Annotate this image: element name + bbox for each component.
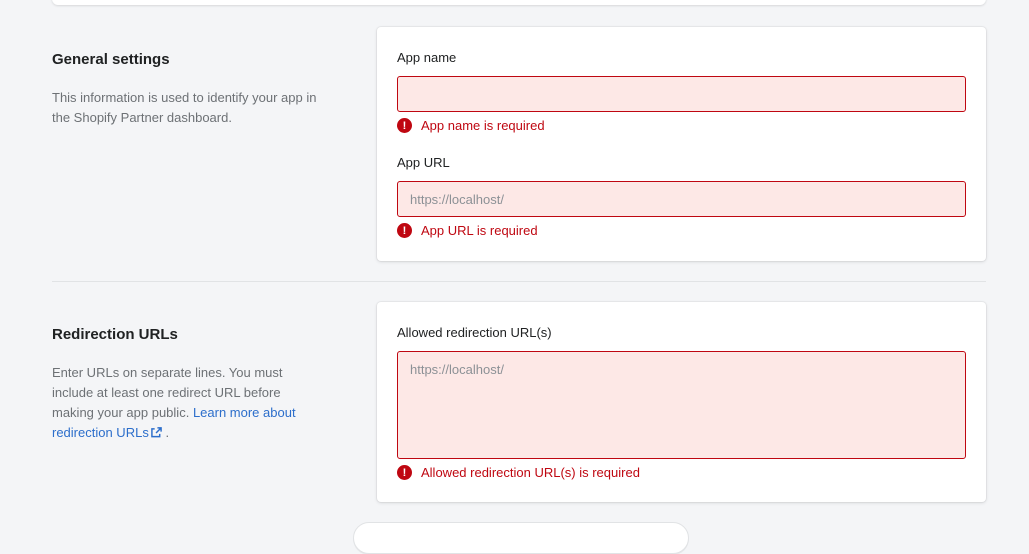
general-settings-title: General settings — [52, 51, 170, 68]
alert-circle-icon: ! — [397, 465, 412, 480]
external-link-icon — [151, 427, 162, 438]
allowed-redirection-error: ! Allowed redirection URL(s) is required — [397, 465, 640, 480]
app-url-error: ! App URL is required — [397, 223, 538, 238]
redirection-urls-card: Allowed redirection URL(s) ! Allowed red… — [377, 302, 986, 502]
allowed-redirection-textarea[interactable] — [397, 351, 966, 459]
app-name-input[interactable] — [397, 76, 966, 112]
redirection-urls-description: Enter URLs on separate lines. You must i… — [52, 363, 322, 443]
app-url-label: App URL — [397, 155, 450, 170]
description-trailing: . — [165, 425, 170, 440]
app-url-error-text: App URL is required — [421, 223, 538, 238]
alert-circle-icon: ! — [397, 223, 412, 238]
app-name-error: ! App name is required — [397, 118, 545, 133]
allowed-redirection-label: Allowed redirection URL(s) — [397, 325, 552, 340]
app-name-error-text: App name is required — [421, 118, 545, 133]
bottom-action-button[interactable] — [353, 522, 689, 554]
allowed-redirection-error-text: Allowed redirection URL(s) is required — [421, 465, 640, 480]
app-url-input[interactable] — [397, 181, 966, 217]
alert-circle-icon: ! — [397, 118, 412, 133]
app-name-label: App name — [397, 50, 457, 65]
redirection-urls-title: Redirection URLs — [52, 326, 178, 343]
general-settings-description: This information is used to identify you… — [52, 90, 317, 125]
general-settings-card: App name ! App name is required App URL … — [377, 27, 986, 261]
previous-card-edge — [52, 0, 986, 5]
section-divider — [52, 281, 986, 282]
